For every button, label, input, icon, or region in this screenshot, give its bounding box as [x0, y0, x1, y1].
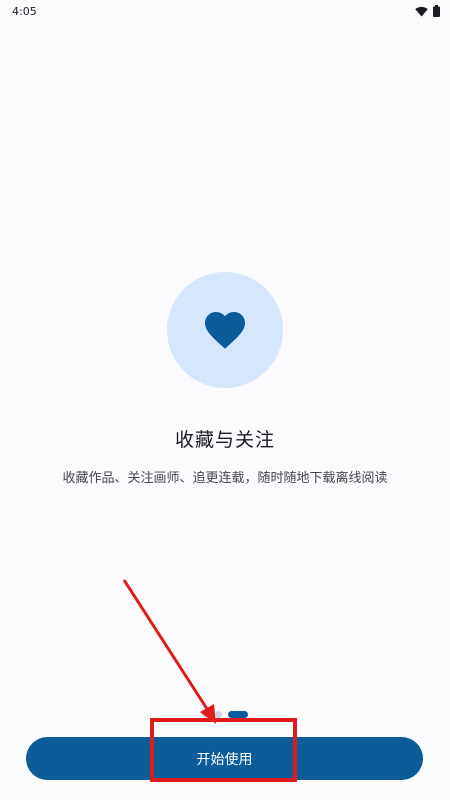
pager-dot-3-active: [228, 710, 248, 718]
pager-indicator: [0, 710, 450, 718]
heart-icon: [201, 306, 249, 354]
hero-icon-circle: [167, 272, 283, 388]
pager-dot-2: [215, 710, 222, 718]
status-icons: [415, 5, 440, 17]
start-button[interactable]: 开始使用: [26, 737, 423, 780]
start-button-label: 开始使用: [196, 751, 253, 768]
status-time: 4:05: [12, 4, 37, 18]
status-bar: 4:05: [0, 0, 450, 22]
wifi-icon: [415, 6, 428, 17]
page-description: 收藏作品、关注画师、追更连载，随时随地下载离线阅读: [62, 471, 388, 486]
pager-dot-1: [202, 710, 209, 718]
battery-icon: [433, 5, 440, 17]
annotation-arrow-icon: [122, 579, 216, 724]
page-title: 收藏与关注: [174, 429, 275, 451]
onboarding-screen: 4:05 收藏与关注 收藏作品、关注画师、追更连载，随时随地下载离线阅读 开始使…: [0, 0, 450, 800]
